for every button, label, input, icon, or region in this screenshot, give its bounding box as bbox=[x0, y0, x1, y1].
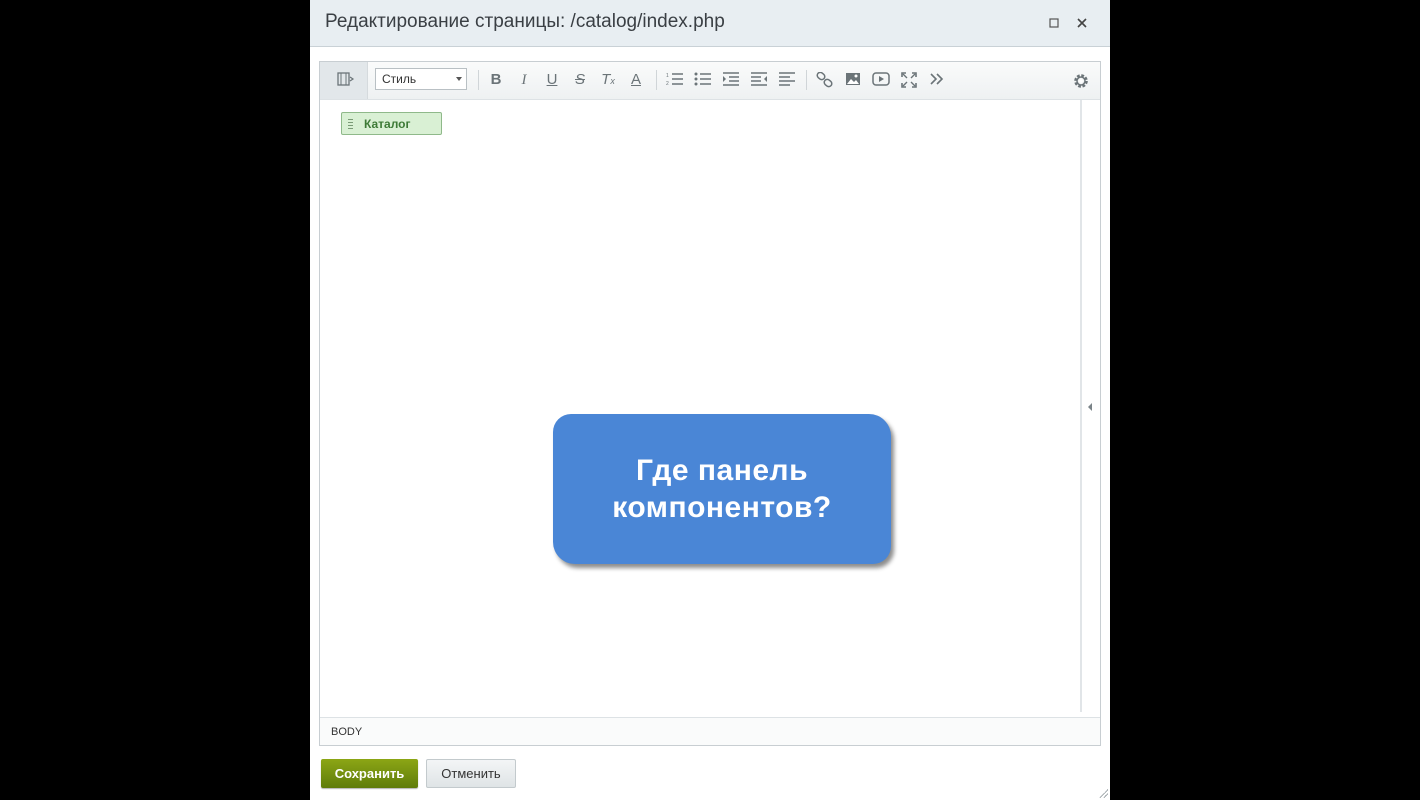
unordered-list-icon[interactable] bbox=[693, 70, 713, 90]
components-panel-toggle[interactable] bbox=[1080, 100, 1100, 717]
panel-divider bbox=[1080, 100, 1082, 712]
italic-icon[interactable]: I bbox=[514, 70, 534, 90]
image-icon[interactable] bbox=[843, 70, 863, 90]
maximize-icon[interactable] bbox=[1045, 14, 1063, 32]
chevron-left-icon[interactable] bbox=[1088, 403, 1092, 411]
editor-toolbar: Стиль B I U S Tx A 12 bbox=[320, 62, 1100, 100]
callout-text: Где панель компонентов? bbox=[612, 452, 832, 526]
callout-line-2: компонентов? bbox=[612, 491, 832, 524]
align-left-icon[interactable] bbox=[777, 70, 797, 90]
more-icon[interactable] bbox=[927, 70, 947, 90]
svg-text:2: 2 bbox=[666, 81, 669, 86]
edit-page-dialog: Редактирование страницы: /catalog/index.… bbox=[310, 0, 1110, 800]
chevron-down-icon bbox=[456, 77, 462, 81]
callout-annotation: Где панель компонентов? bbox=[553, 414, 891, 564]
fullscreen-icon[interactable] bbox=[899, 70, 919, 90]
editor-statusbar: BODY bbox=[320, 717, 1100, 745]
close-icon[interactable] bbox=[1073, 14, 1091, 32]
resize-handle-icon[interactable] bbox=[1098, 788, 1108, 798]
svg-text:1: 1 bbox=[666, 73, 669, 79]
indent-icon[interactable] bbox=[721, 70, 741, 90]
video-icon[interactable] bbox=[871, 70, 891, 90]
html-editor: Стиль B I U S Tx A 12 Каталог Где панель… bbox=[319, 61, 1101, 746]
settings-icon[interactable] bbox=[1071, 70, 1091, 90]
dom-path[interactable]: BODY bbox=[331, 726, 362, 738]
bold-icon[interactable]: B bbox=[486, 70, 506, 90]
style-select-value: Стиль bbox=[382, 72, 417, 86]
style-select[interactable]: Стиль bbox=[375, 68, 467, 90]
link-icon[interactable] bbox=[815, 70, 835, 90]
toolbar-divider bbox=[656, 70, 657, 90]
remove-format-icon[interactable]: Tx bbox=[598, 70, 618, 90]
view-mode-icon bbox=[337, 72, 355, 91]
cancel-button[interactable]: Отменить bbox=[426, 759, 516, 788]
strikethrough-icon[interactable]: S bbox=[570, 70, 590, 90]
editor-content-area[interactable]: Каталог Где панель компонентов? bbox=[320, 100, 1080, 717]
drag-handle-icon[interactable] bbox=[348, 119, 353, 129]
save-button[interactable]: Сохранить bbox=[321, 759, 418, 788]
dialog-titlebar[interactable]: Редактирование страницы: /catalog/index.… bbox=[310, 0, 1110, 47]
view-mode-button[interactable] bbox=[320, 62, 368, 99]
ordered-list-icon[interactable]: 12 bbox=[665, 70, 685, 90]
underline-icon[interactable]: U bbox=[542, 70, 562, 90]
toolbar-divider bbox=[806, 70, 807, 90]
component-label: Каталог bbox=[364, 117, 411, 131]
dialog-title: Редактирование страницы: /catalog/index.… bbox=[325, 11, 725, 32]
font-color-icon[interactable]: A bbox=[626, 70, 646, 90]
callout-line-1: Где панель bbox=[635, 454, 809, 487]
outdent-icon[interactable] bbox=[749, 70, 769, 90]
component-catalog[interactable]: Каталог bbox=[341, 112, 442, 135]
toolbar-divider bbox=[478, 70, 479, 90]
